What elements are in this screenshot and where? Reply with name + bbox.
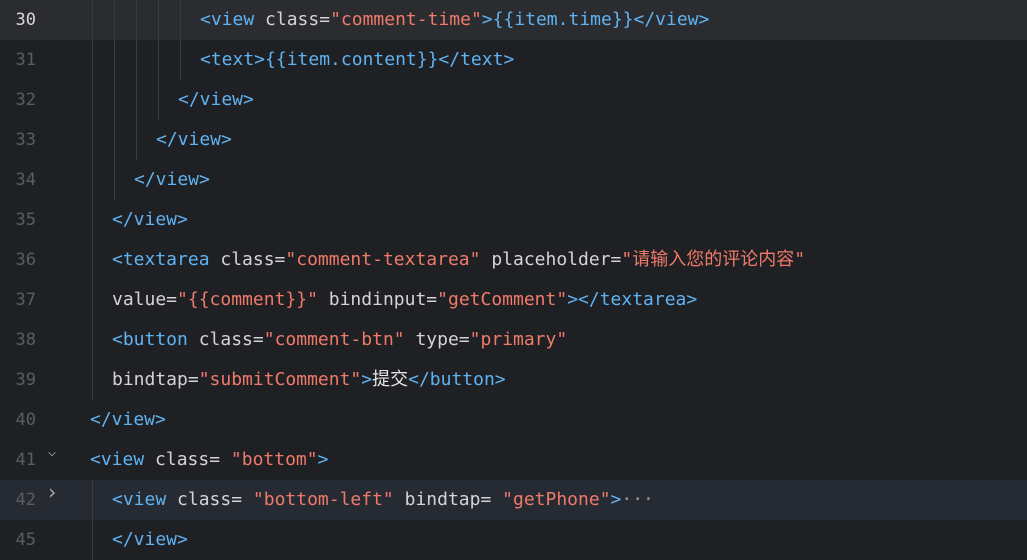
line-number: 35 [15, 210, 36, 230]
chevron-down-icon[interactable]: ⌵ [44, 432, 60, 472]
line-number: 45 [15, 530, 36, 550]
code-line[interactable]: 36 <textarea class="comment-textarea" pla… [0, 240, 1027, 280]
line-number: 40 [15, 410, 36, 430]
indent-guide [158, 0, 159, 120]
line-number: 38 [15, 330, 36, 350]
code-token: "{{comment}}" [177, 289, 318, 310]
code-line[interactable]: 41 ⌵ <view class= "bottom"> [0, 440, 1027, 480]
chevron-right-icon[interactable]: › [44, 472, 60, 512]
code-line[interactable]: 31 <text>{{item.content}}</text> [0, 40, 1027, 80]
code-line[interactable]: 30 <view class="comment-time">{{item.time… [0, 0, 1027, 40]
line-number: 39 [15, 370, 36, 390]
code-token: "getPhone" [502, 489, 611, 510]
code-token: <view [90, 449, 156, 470]
code-token: bindinput= [317, 289, 438, 310]
code-token: ··· [621, 489, 654, 510]
code-text[interactable]: value="{{comment}}" bindinput="getCommen… [112, 280, 697, 320]
code-token: <textarea [112, 249, 221, 270]
code-token: placeholder= [480, 249, 622, 270]
code-token: class= [155, 449, 231, 470]
code-token: class= [177, 489, 253, 510]
code-token: "comment-time" [330, 9, 482, 30]
code-token: <button [112, 329, 199, 350]
line-number: 37 [15, 290, 36, 310]
code-token: class= [198, 329, 264, 350]
code-text[interactable]: <view class= "bottom"> [90, 440, 328, 480]
code-token: > [361, 369, 373, 390]
indent-guide [92, 0, 93, 400]
code-line[interactable]: 38 <button class="comment-btn" type="prim… [0, 320, 1027, 360]
code-token: >{{item.time}} [481, 9, 634, 30]
code-text[interactable]: </view> [134, 160, 210, 200]
code-line[interactable]: 45 </view> [0, 520, 1027, 560]
code-token: > [610, 489, 622, 510]
code-token: bindtap= [112, 369, 199, 390]
code-token: "submitComment" [198, 369, 362, 390]
code-line[interactable]: 37 value="{{comment}}" bindinput="getComm… [0, 280, 1027, 320]
code-token: type= [404, 329, 470, 350]
code-token: <view [112, 489, 178, 510]
code-token: </view> [112, 529, 188, 550]
code-token: > [317, 449, 329, 470]
code-token: <text> [200, 49, 266, 70]
code-token: class= [265, 9, 331, 30]
code-token: <view [200, 9, 266, 30]
code-text[interactable]: </view> [156, 120, 232, 160]
line-number: 42 [15, 490, 36, 510]
line-number: 32 [15, 90, 36, 110]
code-line[interactable]: 34 </view> [0, 160, 1027, 200]
line-number: 36 [15, 250, 36, 270]
code-token: "getComment" [437, 289, 568, 310]
code-text[interactable]: </view> [90, 400, 166, 440]
code-token: </view> [178, 89, 254, 110]
code-text[interactable]: </view> [112, 200, 188, 240]
code-token: </view> [90, 409, 166, 430]
code-token: "bottom" [230, 449, 318, 470]
indent-guide [136, 0, 137, 160]
code-token: "comment-btn" [263, 329, 405, 350]
code-text[interactable]: </view> [112, 520, 188, 560]
code-token: "comment-textarea" [285, 249, 481, 270]
code-text[interactable]: <text>{{item.content}}</text> [200, 40, 514, 80]
code-line[interactable]: 39 bindtap="submitComment">提交</button> [0, 360, 1027, 400]
line-number: 34 [15, 170, 36, 190]
indent-guide [92, 480, 93, 560]
code-token: "请输入您的评论内容" [621, 249, 806, 270]
line-number: 30 [15, 10, 36, 30]
line-number: 33 [15, 130, 36, 150]
code-token: ></textarea> [567, 289, 698, 310]
code-token: class= [220, 249, 286, 270]
code-token: </view> [134, 169, 210, 190]
code-line[interactable]: 40 </view> [0, 400, 1027, 440]
indent-guide [114, 0, 115, 200]
code-token: </button> [408, 369, 506, 390]
indent-guide [180, 0, 181, 80]
code-line[interactable]: 42 › <view class= "bottom-left" bindtap= "… [0, 480, 1027, 520]
code-line[interactable]: 32 </view> [0, 80, 1027, 120]
code-token: </view> [633, 9, 710, 30]
code-token: "primary" [469, 329, 568, 350]
code-line[interactable]: 33 </view> [0, 120, 1027, 160]
code-text[interactable]: </view> [178, 80, 254, 120]
code-text[interactable]: <button class="comment-btn" type="primar… [112, 320, 567, 360]
code-token: 提交 [372, 369, 409, 390]
code-token: </text> [438, 49, 515, 70]
line-number: 31 [15, 50, 36, 70]
code-text[interactable]: <view class="comment-time">{{item.time}}… [200, 0, 709, 40]
code-token: </view> [156, 129, 232, 150]
code-editor[interactable]: 30 <view class="comment-time">{{item.time… [0, 0, 1027, 560]
code-text[interactable]: bindtap="submitComment">提交</button> [112, 360, 506, 400]
code-line[interactable]: 35 </view> [0, 200, 1027, 240]
line-number: 41 [15, 450, 36, 470]
code-token: "bottom-left" [252, 489, 394, 510]
code-token: value= [112, 289, 178, 310]
code-token: </view> [112, 209, 188, 230]
code-token: {{item.content}} [265, 49, 439, 70]
code-token: bindtap= [393, 489, 503, 510]
code-text[interactable]: <textarea class="comment-textarea" place… [112, 240, 805, 280]
code-text[interactable]: <view class= "bottom-left" bindtap= "get… [112, 480, 654, 520]
